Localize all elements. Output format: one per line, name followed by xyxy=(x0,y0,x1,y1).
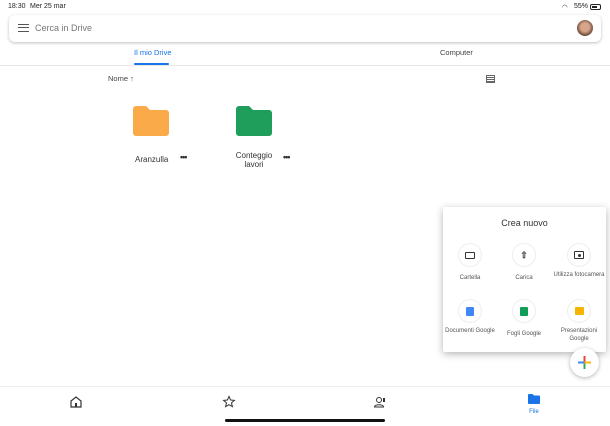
more-options-icon[interactable]: ••• xyxy=(180,152,188,162)
avatar[interactable] xyxy=(577,20,593,36)
docs-icon xyxy=(458,299,482,323)
option-fotocamera[interactable]: Utilizza fotocamera xyxy=(552,243,606,279)
sheets-icon xyxy=(512,299,536,323)
menu-icon[interactable] xyxy=(18,24,29,32)
sort-by-name[interactable]: Nome ↑ xyxy=(108,74,134,83)
divider xyxy=(0,65,610,66)
slides-icon xyxy=(567,299,591,323)
option-fogli-google[interactable]: Fogli Google xyxy=(497,299,551,338)
folder-conteggio-lavori[interactable] xyxy=(236,106,272,141)
battery-icon xyxy=(590,4,601,10)
home-indicator xyxy=(225,419,385,422)
status-date: Mer 25 mar xyxy=(30,3,66,10)
folder-filled-icon xyxy=(528,394,540,404)
folder-aranzulla[interactable] xyxy=(133,106,169,141)
status-time: 18:30 xyxy=(8,3,26,10)
tab-il-mio-drive[interactable]: Il mio Drive xyxy=(134,48,172,57)
menu-title: Crea nuovo xyxy=(501,218,548,228)
folder-icon xyxy=(133,106,169,136)
plus-icon xyxy=(578,356,591,369)
new-fab-button[interactable] xyxy=(570,348,599,377)
shared-icon[interactable] xyxy=(373,395,387,409)
folder-name: Aranzulla xyxy=(135,155,169,164)
search-input[interactable]: Cerca in Drive xyxy=(35,23,92,33)
nav-file[interactable]: File xyxy=(521,391,547,415)
upload-icon: ⇧ xyxy=(512,243,536,267)
option-presentazioni-google[interactable]: Presentazioni Google xyxy=(552,299,606,343)
wifi-icon: ◠ xyxy=(562,4,568,11)
search-bar[interactable]: Cerca in Drive xyxy=(9,15,601,42)
camera-icon xyxy=(567,243,591,267)
option-documenti-google[interactable]: Documenti Google xyxy=(443,299,497,335)
list-view-icon[interactable] xyxy=(486,75,495,83)
star-icon[interactable] xyxy=(222,395,236,409)
folder-icon xyxy=(236,106,272,136)
create-new-menu: Crea nuovo Cartella ⇧ Carica Utilizza fo… xyxy=(443,207,606,352)
nav-file-label: File xyxy=(529,409,539,415)
option-carica[interactable]: ⇧ Carica xyxy=(497,243,551,282)
tab-computer[interactable]: Computer xyxy=(440,48,473,57)
battery-percent: 55% xyxy=(574,3,589,10)
more-options-icon[interactable]: ••• xyxy=(283,152,291,162)
option-cartella[interactable]: Cartella xyxy=(443,243,497,282)
folder-name: Conteggio lavori xyxy=(235,151,273,169)
home-icon[interactable] xyxy=(69,395,83,409)
folder-outline-icon xyxy=(458,243,482,267)
